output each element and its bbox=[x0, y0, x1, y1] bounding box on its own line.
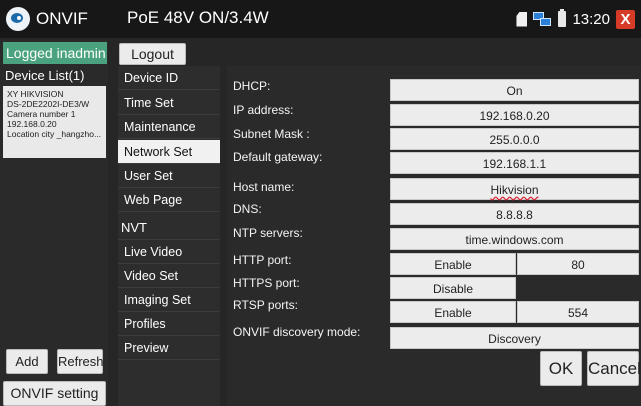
host-name-value: Hikvision bbox=[490, 183, 539, 197]
ntp-servers-label: NTP servers: bbox=[233, 226, 303, 240]
sd-card-icon bbox=[516, 11, 528, 27]
menu-item-profiles[interactable]: Profiles bbox=[118, 312, 220, 336]
menu-item-device-id[interactable]: Device ID bbox=[118, 66, 220, 90]
app-name: ONVIF bbox=[36, 9, 88, 28]
menu-item-imaging-set[interactable]: Imaging Set bbox=[118, 288, 220, 312]
clock: 13:20 bbox=[572, 10, 610, 28]
menu-item-user-set[interactable]: User Set bbox=[118, 164, 220, 188]
close-icon[interactable]: X bbox=[616, 9, 635, 29]
menu-item-maintenance[interactable]: Maintenance bbox=[118, 115, 220, 139]
https-port-field[interactable] bbox=[517, 277, 639, 299]
subnet-mask-field[interactable]: 255.0.0.0 bbox=[390, 128, 639, 150]
device-camera-number: Camera number 1 bbox=[7, 109, 76, 119]
rtsp-port-field[interactable]: 554 bbox=[517, 301, 639, 323]
device-list-label: Device List(1) bbox=[5, 68, 85, 83]
menu-item-network-set[interactable]: Network Set bbox=[118, 140, 220, 164]
menu-item-live-video[interactable]: Live Video bbox=[118, 240, 220, 264]
device-model: DS-2DE2202I-DE3/W bbox=[7, 99, 90, 109]
logout-button[interactable]: Logout bbox=[119, 43, 186, 65]
status-icons: 13:20 X bbox=[516, 6, 635, 32]
ok-button[interactable]: OK bbox=[540, 351, 582, 386]
dns-field[interactable]: 8.8.8.8 bbox=[390, 203, 639, 225]
menu-item-video-set[interactable]: Video Set bbox=[118, 264, 220, 288]
menu-item-preview[interactable]: Preview bbox=[118, 336, 220, 360]
refresh-button[interactable]: Refresh bbox=[57, 349, 104, 374]
add-button[interactable]: Add bbox=[6, 349, 48, 374]
network-icon bbox=[533, 11, 552, 27]
default-gateway-field[interactable]: 192.168.1.1 bbox=[390, 152, 639, 174]
subnet-mask-label: Subnet Mask : bbox=[233, 127, 310, 141]
poe-status: PoE 48V ON/3.4W bbox=[127, 8, 269, 27]
device-brand: XY HIKVISION bbox=[7, 89, 64, 99]
cancel-button[interactable]: Cancel bbox=[587, 351, 641, 386]
http-port-label: HTTP port: bbox=[233, 253, 292, 267]
http-enable-toggle[interactable]: Enable bbox=[390, 253, 516, 275]
device-location: Location city _hangzho... bbox=[7, 129, 102, 139]
http-port-field[interactable]: 80 bbox=[517, 253, 639, 275]
login-status-badge: Logged inadmin bbox=[3, 42, 107, 64]
menu-item-time-set[interactable]: Time Set bbox=[118, 91, 220, 115]
https-enable-toggle[interactable]: Disable bbox=[390, 277, 516, 299]
default-gateway-label: Default gateway: bbox=[233, 150, 323, 164]
onvif-logo-icon bbox=[6, 7, 30, 31]
menu-item-web-page[interactable]: Web Page bbox=[118, 188, 220, 212]
onvif-discovery-mode-field[interactable]: Discovery bbox=[390, 327, 639, 349]
ntp-servers-field[interactable]: time.windows.com bbox=[390, 228, 639, 250]
device-list-item[interactable]: XY HIKVISION DS-2DE2202I-DE3/W Camera nu… bbox=[3, 86, 106, 158]
rtsp-enable-toggle[interactable]: Enable bbox=[390, 301, 516, 323]
https-port-label: HTTPS port: bbox=[233, 276, 300, 290]
battery-icon bbox=[558, 9, 567, 27]
dns-label: DNS: bbox=[233, 202, 262, 216]
dhcp-toggle[interactable]: On bbox=[390, 79, 639, 101]
ip-address-label: IP address: bbox=[233, 103, 294, 117]
rtsp-ports-label: RTSP ports: bbox=[233, 298, 298, 312]
onvif-setting-button[interactable]: ONVIF setting bbox=[3, 381, 106, 406]
app-brand: ONVIF bbox=[6, 6, 88, 32]
dhcp-label: DHCP: bbox=[233, 79, 271, 93]
host-name-field[interactable]: Hikvision bbox=[390, 178, 639, 200]
ip-address-field[interactable]: 192.168.0.20 bbox=[390, 104, 639, 126]
host-name-label: Host name: bbox=[233, 180, 295, 194]
device-ip: 192.168.0.20 bbox=[7, 119, 57, 129]
menu-section-nvt: NVT bbox=[118, 216, 220, 240]
onvif-discovery-mode-label: ONVIF discovery mode: bbox=[233, 325, 361, 339]
